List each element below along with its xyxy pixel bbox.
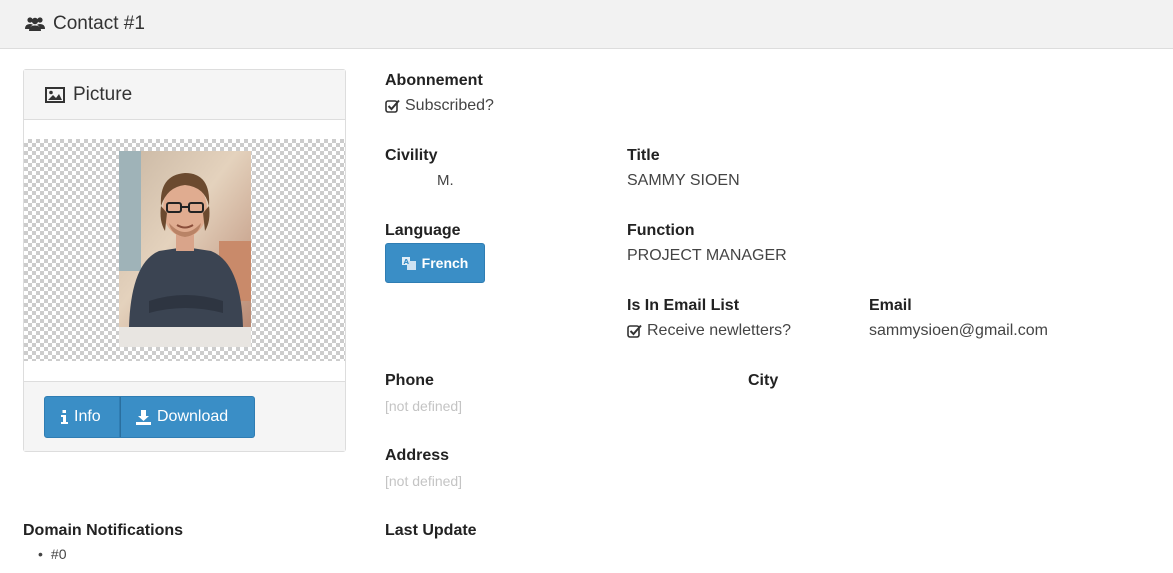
check-square-icon — [627, 324, 642, 338]
phone-value: [not defined] — [385, 398, 463, 414]
language-button-label: French — [421, 255, 469, 271]
function-value: PROJECT MANAGER — [627, 247, 787, 264]
list-item: #0 — [38, 546, 67, 562]
check-square-icon — [385, 99, 400, 113]
info-button-label: Info — [74, 408, 101, 425]
picture-button-group: Info Download — [44, 396, 255, 438]
email-list-value: Receive newletters? — [627, 322, 791, 340]
picture-panel-title: Picture — [73, 83, 133, 105]
address-label: Address — [385, 447, 450, 464]
domain-notifications-list: #0 — [38, 546, 67, 562]
picture-viewport — [24, 139, 345, 361]
civility-value: M. — [437, 172, 454, 189]
svg-text:A: A — [403, 258, 409, 266]
city-label: City — [748, 372, 779, 389]
language-button[interactable]: A French — [385, 243, 485, 283]
function-label: Function — [627, 222, 695, 239]
title-label: Title — [627, 147, 660, 164]
picture-panel-footer: Info Download — [24, 381, 345, 451]
phone-label: Phone — [385, 372, 434, 389]
email-value[interactable]: sammysioen@gmail.com — [869, 322, 1048, 340]
last-update-label: Last Update — [385, 522, 477, 539]
page-title: Contact #1 — [25, 13, 145, 35]
download-button[interactable]: Download — [120, 396, 255, 438]
picture-panel: Picture Info Download — [23, 69, 346, 452]
email-list-label: Is In Email List — [627, 297, 740, 314]
email-label: Email — [869, 297, 912, 314]
page-header: Contact #1 — [0, 0, 1173, 49]
address-value: [not defined] — [385, 473, 463, 489]
abonnement-value: Subscribed? — [385, 97, 494, 115]
title-value: SAMMY SIOEN — [627, 172, 740, 189]
language-icon: A — [401, 257, 416, 270]
abonnement-value-text: Subscribed? — [405, 97, 494, 114]
domain-notifications-label: Domain Notifications — [23, 522, 184, 539]
info-icon — [61, 410, 68, 424]
image-icon — [45, 86, 65, 103]
language-label: Language — [385, 222, 461, 239]
picture-panel-heading: Picture — [24, 70, 345, 120]
page-title-text: Contact #1 — [53, 13, 145, 34]
download-icon — [136, 409, 151, 425]
abonnement-label: Abonnement — [385, 72, 483, 89]
download-button-label: Download — [157, 408, 229, 425]
info-button[interactable]: Info — [44, 396, 120, 438]
users-icon — [25, 17, 45, 31]
email-list-value-text: Receive newletters? — [647, 322, 792, 339]
civility-label: Civility — [385, 147, 438, 164]
contact-photo[interactable] — [119, 151, 251, 347]
